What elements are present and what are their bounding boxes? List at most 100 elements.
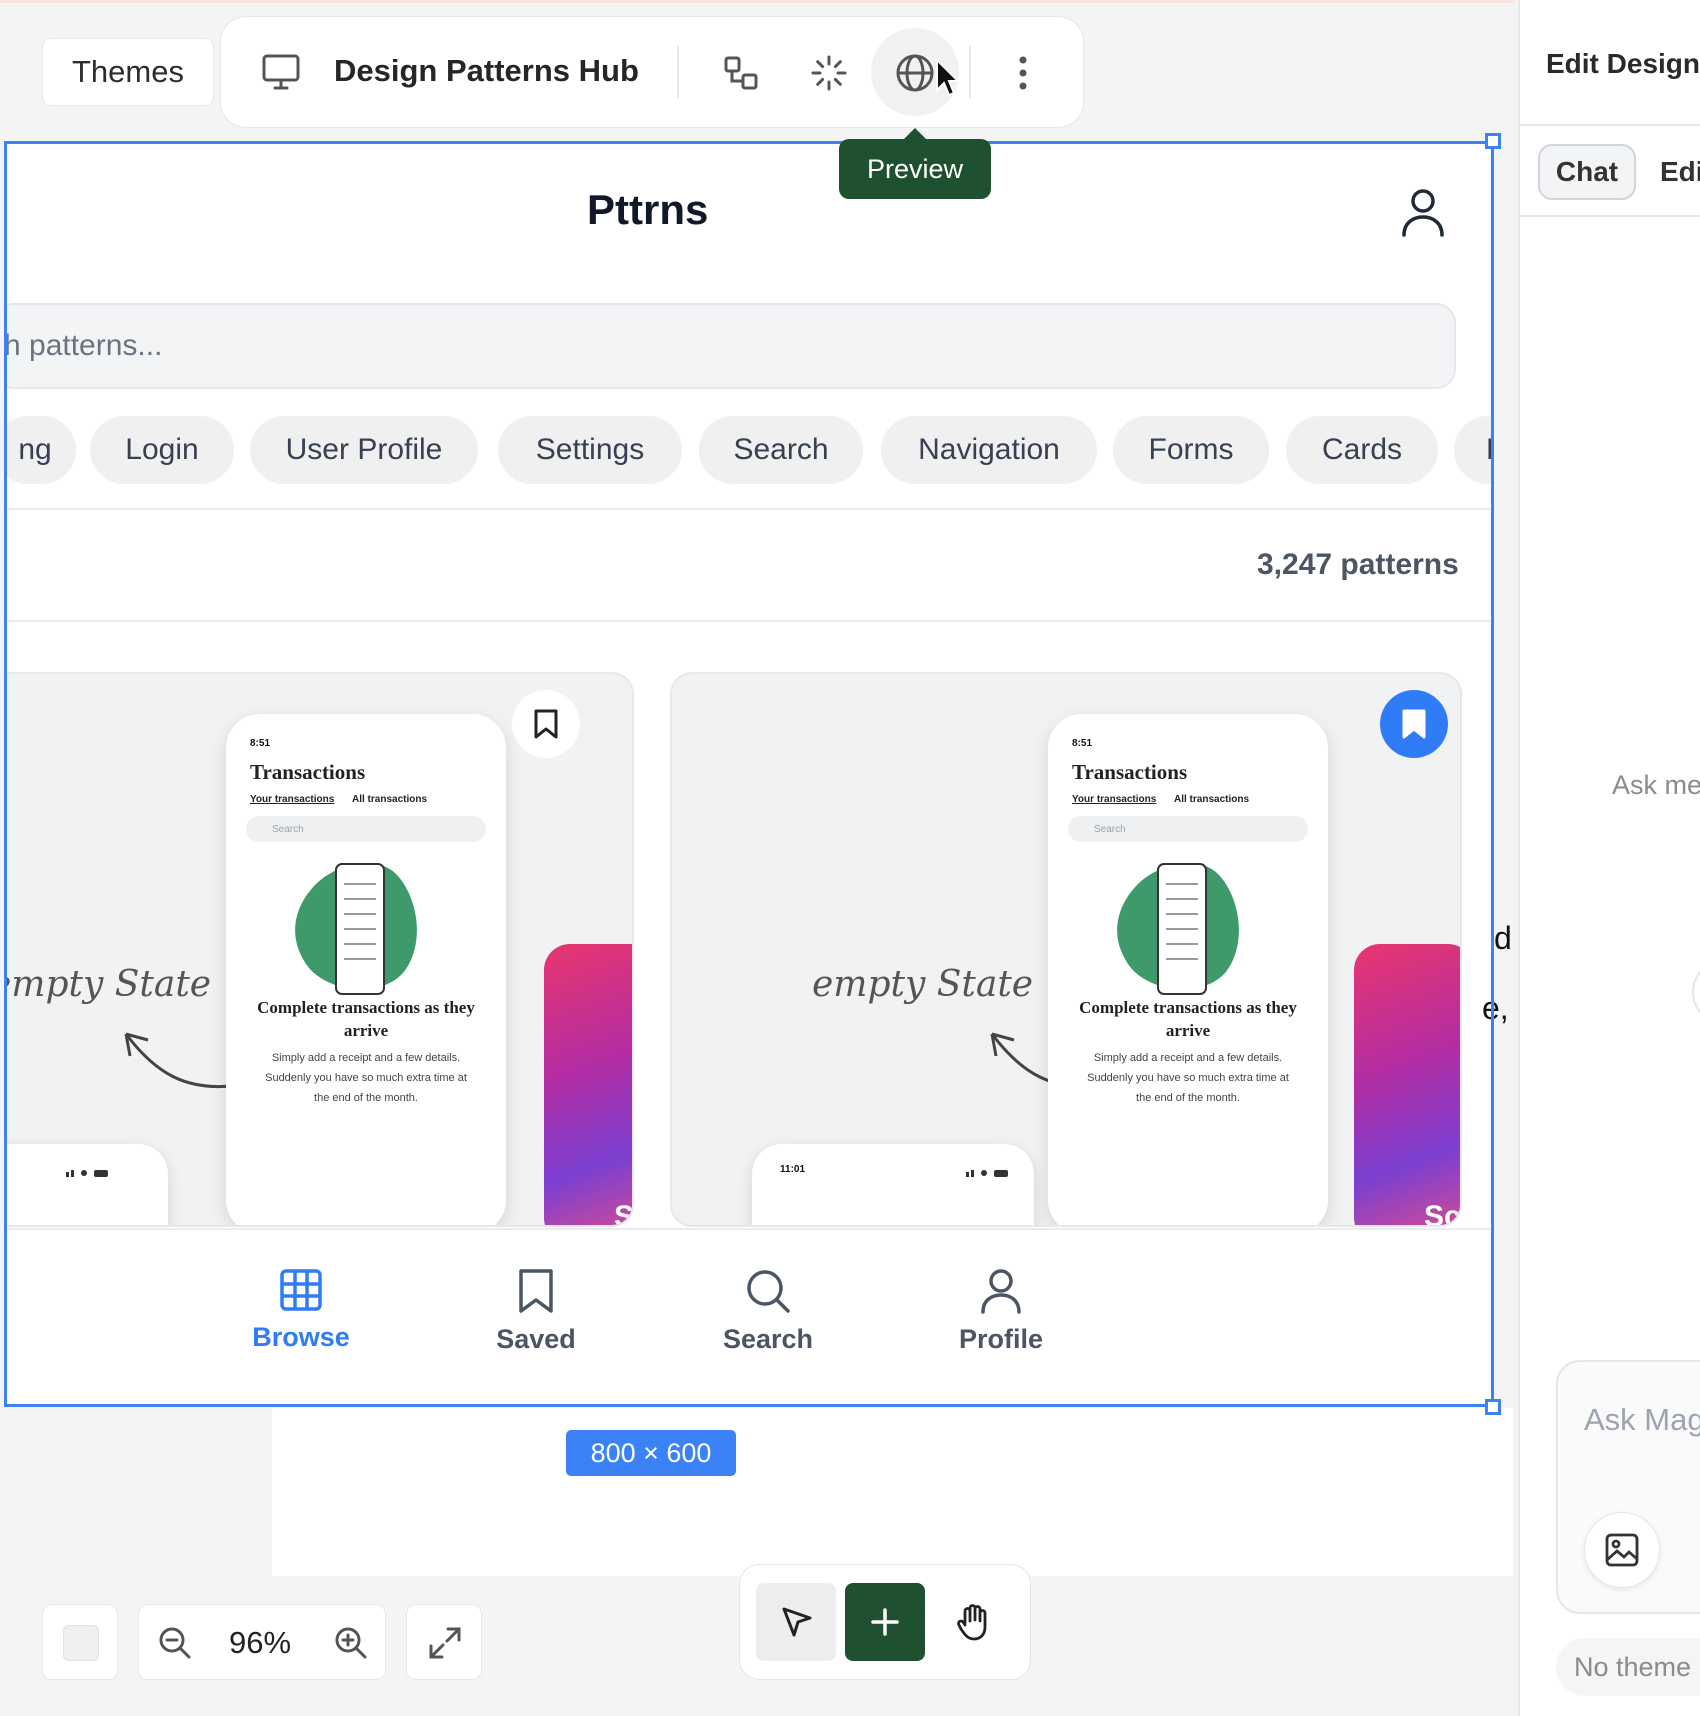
phone-title: Transactions [1072,760,1188,784]
toolbar-divider [677,46,679,98]
chip-settings[interactable]: Settings [498,416,682,484]
more-options-icon[interactable] [999,49,1047,97]
overflow-text: e, [1482,990,1509,1026]
app-title: Pttrns [587,186,709,233]
grid-icon [280,1269,322,1311]
secondary-phone: 11:01 [752,1144,1034,1225]
chip-cards[interactable]: Cards [1286,416,1438,484]
search-icon [747,1270,790,1313]
flow-icon[interactable] [717,49,765,97]
hand-tool[interactable] [934,1583,1014,1661]
status-icons [966,1164,1012,1177]
zoom-level[interactable]: 96% [229,1625,291,1661]
zoom-controls: 96% [138,1604,386,1680]
chip-forms[interactable]: Forms [1113,416,1269,484]
add-tool[interactable] [845,1583,925,1661]
side-card-text: Sc [1424,1200,1461,1227]
chip-label: L [1486,433,1493,467]
themes-button[interactable]: Themes [42,38,214,106]
divider [4,620,1493,622]
tab-edit[interactable]: Edi [1660,156,1700,188]
pointer-icon [782,1607,812,1637]
account-icon[interactable] [1399,186,1447,238]
chip-search[interactable]: Search [699,416,863,484]
tab-chat[interactable]: Chat [1538,144,1636,200]
nav-saved[interactable]: Saved [461,1268,611,1355]
pattern-card[interactable]: empty State 11:01 8:51 Transactions Your… [670,672,1462,1227]
status-icons [66,1164,112,1177]
chip-navigation[interactable]: Navigation [881,416,1097,484]
suggestion-chip[interactable] [1692,960,1700,1024]
phone-search-text: Search [272,823,304,835]
receipt-illustration [295,863,417,995]
loading-icon[interactable] [805,49,853,97]
theme-selector-label: No theme [1574,1652,1692,1682]
phone-time: 8:51 [1072,738,1093,749]
bookmark-icon [534,709,558,739]
colorful-card: Sc [544,944,634,1227]
chat-input-placeholder: Ask Mag [1584,1402,1700,1437]
search-placeholder: h patterns... [4,329,163,362]
tool-group [739,1564,1031,1680]
phone-search-text: Search [1094,823,1126,835]
plus-icon [871,1608,899,1636]
desktop-icon[interactable] [261,53,301,96]
handwriting-label: empty State [812,964,1034,1005]
secondary-phone [4,1144,168,1225]
chip-label: Navigation [918,433,1060,466]
phone-headline: Complete transactions as they arrive [257,998,475,1040]
chip-label: Login [125,433,199,466]
square-icon [63,1625,99,1661]
nav-search[interactable]: Search [693,1268,843,1355]
bookmark-button[interactable] [512,690,580,758]
phone-tab: All transactions [352,794,428,805]
project-title[interactable]: Design Patterns Hub [334,53,639,89]
chip-label: Settings [535,433,645,466]
attach-image-button[interactable] [1584,1512,1660,1588]
nav-profile[interactable]: Profile [926,1268,1076,1355]
resize-handle-bottom-right[interactable] [1485,1399,1501,1415]
pattern-card[interactable]: empty State 8:51 Transactions Your trans… [4,672,634,1227]
phone-time: 8:51 [250,738,271,749]
nav-browse[interactable]: Browse [226,1268,376,1353]
layers-toggle[interactable] [42,1604,118,1680]
zoom-in-icon[interactable] [333,1625,369,1666]
theme-selector[interactable]: No theme [1556,1638,1700,1696]
chip-label: Forms [1148,433,1234,466]
expand-icon [429,1627,461,1659]
chip-partial[interactable]: ng [4,416,76,484]
chip-user-profile[interactable]: User Profile [250,416,478,484]
side-card-text: Sc [614,1200,634,1227]
phone-tab: Your transactions [250,794,335,805]
overflow-text: d [1494,920,1512,956]
nav-label: Saved [496,1324,576,1354]
select-tool[interactable] [756,1583,836,1661]
phone-tab: All transactions [1174,794,1250,805]
phone-body: Simply add a receipt and a few details. … [1087,1052,1289,1104]
user-icon [981,1269,1021,1314]
chat-input-box[interactable]: Ask Mag [1556,1360,1700,1614]
frame-size-label: 800 × 600 [566,1430,736,1476]
panel-divider [1520,124,1700,126]
chip-label: Search [733,433,829,466]
fit-to-screen-button[interactable] [406,1604,482,1680]
resize-handle-top-right[interactable] [1485,133,1501,149]
secondary-phone-time: 11:01 [780,1164,806,1175]
phone-mockup: 8:51 Transactions Your transactions All … [1048,714,1328,1225]
bookmark-button-saved[interactable] [1380,690,1448,758]
zoom-out-icon[interactable] [157,1625,193,1666]
chip-login[interactable]: Login [90,416,234,484]
bookmark-icon [519,1269,553,1313]
chip-label: ng [18,433,52,466]
search-input[interactable] [4,303,1456,389]
nav-label: Profile [958,1324,1044,1354]
pattern-count: 3,247 patterns [1257,548,1459,581]
chip-partial-right[interactable]: L [1454,416,1493,484]
receipt-illustration [1117,863,1239,995]
arrow-illustration [124,1032,232,1089]
bookmark-filled-icon [1402,709,1426,739]
design-frame[interactable]: Pttrns h patterns... ng Login User Profi… [4,142,1493,1406]
panel-divider [1520,215,1700,217]
top-accent-line [0,0,1515,3]
right-panel: Edit Design Chat Edi Ask me Ask Mag No t… [1518,0,1700,1716]
